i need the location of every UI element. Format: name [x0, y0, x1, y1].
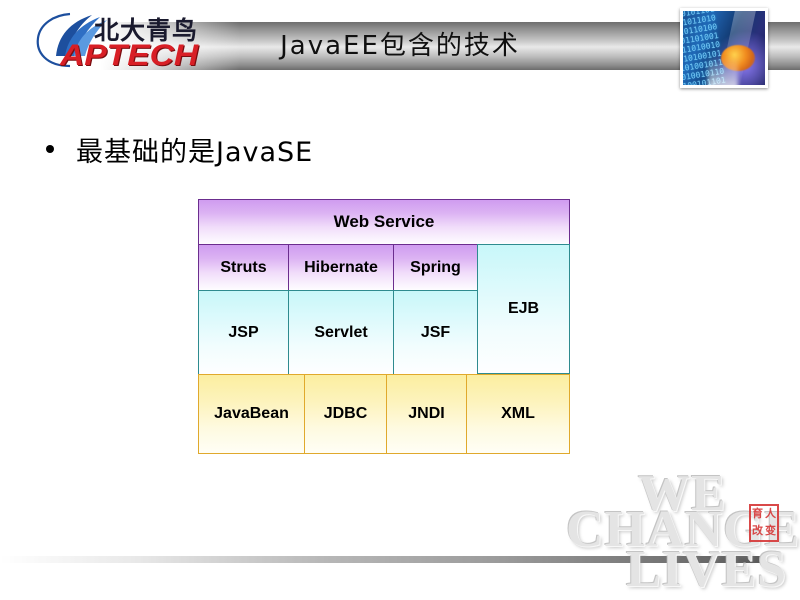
watermark-line-lives: LIVES	[626, 541, 788, 598]
seal-char-4: 变	[765, 524, 776, 537]
table-cell-xml: XML	[466, 374, 570, 454]
bullet-dot-icon	[46, 145, 54, 153]
table-cell-web-service: Web Service	[198, 199, 570, 245]
table-cell-jsf: JSF	[393, 290, 478, 375]
table-cell-javabean: JavaBean	[198, 374, 305, 454]
table-cell-servlet: Servlet	[288, 290, 394, 375]
seal-char-2: 人	[765, 507, 776, 520]
seal-char-3: 改	[752, 524, 763, 537]
we-change-lives-watermark: WE CHANGE LIVES 育 人 改 变	[560, 462, 800, 600]
bullet-text: 最基础的是JavaSE	[76, 136, 314, 168]
seal-char-1: 育	[752, 507, 763, 520]
table-cell-jdbc: JDBC	[304, 374, 387, 454]
table-cell-jndi: JNDI	[386, 374, 467, 454]
javaee-technology-table: Web Service Struts Hibernate Spring EJB …	[198, 199, 570, 454]
thumbnail-light-beam	[707, 57, 738, 85]
table-cell-struts: Struts	[198, 244, 289, 291]
header-thumbnail-image: 0101011010010110100101101001011010010110…	[680, 8, 768, 88]
table-cell-ejb: EJB	[477, 244, 570, 374]
table-cell-hibernate: Hibernate	[288, 244, 394, 291]
table-cell-jsp: JSP	[198, 290, 289, 375]
bullet-item: 最基础的是JavaSE	[46, 128, 746, 170]
thumbnail-background: 0101011010010110100101101001011010010110…	[683, 11, 765, 85]
slide-header: 北大青鸟 APTECH JavaEE包含的技术 0101011010010110…	[0, 0, 800, 100]
watermark-seal-icon: 育 人 改 变	[749, 504, 779, 542]
table-cell-spring: Spring	[393, 244, 478, 291]
